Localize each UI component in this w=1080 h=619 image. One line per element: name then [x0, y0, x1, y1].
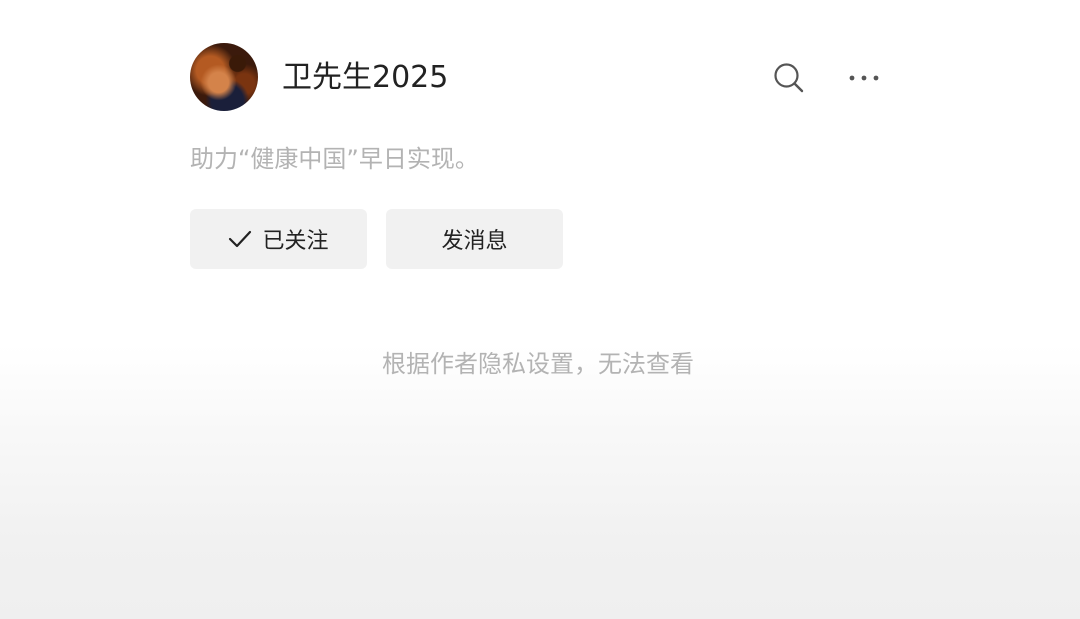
send-message-button[interactable]: 发消息 [386, 209, 563, 269]
privacy-notice: 根据作者隐私设置，无法查看 [382, 350, 694, 378]
check-icon [228, 229, 252, 249]
following-button[interactable]: 已关注 [190, 209, 367, 269]
avatar[interactable] [190, 43, 258, 111]
send-message-label: 发消息 [441, 229, 508, 254]
following-label: 已关注 [262, 229, 329, 254]
search-icon [774, 63, 804, 93]
more-dots-icon [849, 75, 879, 81]
search-button[interactable] [769, 58, 809, 98]
more-options-button[interactable] [844, 58, 884, 98]
profile-bio: 助力“健康中国”早日实现。 [190, 145, 479, 173]
username: 卫先生2025 [282, 60, 449, 95]
